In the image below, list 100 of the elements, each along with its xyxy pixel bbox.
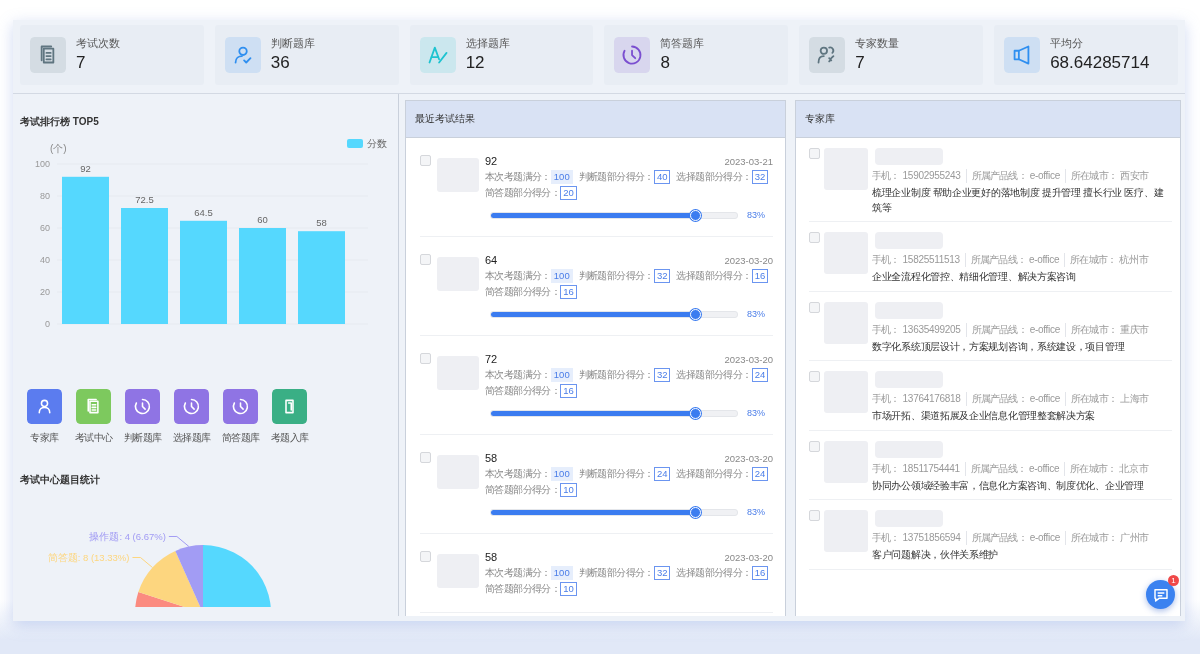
expert-description: 数字化系统顶层设计，方案规划咨询，系统建设，项目管理	[872, 339, 1126, 354]
info-label: 手机：	[872, 531, 900, 545]
info-value: e-office	[1029, 322, 1060, 337]
expert-description: 企业全流程化管控、精细化管理、解决方案咨询	[872, 270, 1077, 284]
stat-value: 8	[660, 53, 671, 73]
score-value: 100	[550, 467, 573, 481]
legend-label: 分数	[367, 138, 387, 149]
stat-value: 12	[465, 53, 486, 73]
shortcut-button[interactable]: 简答题库	[218, 389, 263, 445]
score-value: 16	[560, 384, 577, 398]
score-label: 选择题部分得分：	[676, 170, 752, 184]
exam-score: 58	[485, 452, 498, 464]
info-label: 所在城市：	[1070, 461, 1117, 476]
percent-label: 83%	[747, 408, 765, 418]
stat-value: 7	[76, 53, 87, 73]
score-label: 选择题部分得分：	[676, 368, 752, 382]
info-value: 15902955243	[902, 169, 961, 183]
info-value: e-office	[1028, 253, 1060, 267]
chat-icon	[1152, 586, 1169, 603]
info-value: e-office	[1029, 169, 1060, 183]
info-label: 所在城市：	[1070, 531, 1117, 545]
percent-label: 83%	[747, 507, 765, 517]
person-check-icon	[224, 37, 261, 73]
info-value: 13635499205	[902, 322, 961, 337]
leader-line	[131, 557, 153, 568]
score-value: 24	[751, 467, 769, 481]
bar-value-label: 58	[316, 217, 327, 229]
leader-line	[168, 536, 190, 547]
score-label: 判断题部分得分：	[578, 467, 654, 481]
slider-thumb[interactable]	[690, 407, 702, 419]
bar-value-label: 60	[257, 214, 268, 225]
info-label: 所属产品线：	[970, 461, 1026, 476]
stat-label: 考试次数	[76, 37, 120, 51]
score-value: 16	[751, 269, 769, 283]
score-label: 简答题部分得分：	[485, 582, 561, 596]
percent-label: 83%	[747, 210, 765, 220]
stat-label: 专家数量	[855, 37, 900, 51]
slice-label: 操作题: 4 (6.67%)	[89, 531, 166, 542]
exam-date: 2023-03-20	[724, 354, 773, 365]
info-label: 所属产品线：	[971, 531, 1027, 545]
checkbox[interactable]	[809, 301, 820, 313]
shortcut-button[interactable]: 考试中心	[71, 389, 116, 445]
checkbox[interactable]	[420, 254, 431, 265]
info-label: 手机：	[872, 461, 900, 476]
info-value: 13751856594	[902, 531, 961, 545]
bar-value-label: 64.5	[194, 206, 213, 218]
expert-description: 客户问题解决，伙伴关系维护	[872, 548, 1000, 562]
axis-tick-label: 0	[45, 319, 50, 329]
slider-thumb[interactable]	[690, 308, 702, 320]
checkbox[interactable]	[809, 371, 820, 382]
checkbox[interactable]	[809, 232, 820, 243]
checkbox[interactable]	[420, 452, 431, 463]
bar-value-label: 92	[80, 162, 91, 174]
panel-title: 最近考试结果	[415, 112, 475, 126]
people-icon	[809, 37, 846, 73]
notification-badge: 1	[1168, 575, 1179, 586]
stat-label: 平均分	[1050, 37, 1085, 51]
checkbox[interactable]	[809, 510, 820, 521]
info-value: e-office	[1028, 461, 1060, 476]
stat-value: 36	[270, 53, 291, 73]
info-value: 18511754441	[902, 461, 960, 476]
score-value: 32	[653, 269, 671, 283]
chart-title: 考试中心题目统计	[20, 473, 101, 487]
axis-tick-label: 20	[40, 287, 50, 297]
shortcut-button[interactable]: 选择题库	[169, 389, 214, 445]
info-label: 所属产品线：	[971, 392, 1027, 406]
score-label: 判断题部分得分：	[578, 170, 654, 184]
score-value: 24	[751, 368, 769, 382]
info-value: 15825511513	[902, 253, 960, 267]
slider-thumb[interactable]	[690, 506, 702, 518]
checkbox[interactable]	[809, 148, 820, 159]
score-value: 10	[560, 483, 577, 497]
checkbox[interactable]	[420, 551, 431, 562]
stat-label: 判断题库	[270, 37, 315, 51]
checkbox[interactable]	[420, 353, 431, 364]
expert-description: 梳理企业制度 帮助企业更好的落地制度 提升管理 擅长行业 医疗、建筑等	[872, 186, 1165, 215]
exam-score: 72	[485, 353, 498, 365]
expert-description: 市场开拓、渠道拓展及企业信息化管理整套解决方案	[872, 409, 1097, 423]
axis-tick-label: 80	[40, 191, 50, 201]
shortcut-button[interactable]: 判断题库	[120, 389, 165, 445]
slider-thumb[interactable]	[690, 209, 702, 221]
info-label: 所在城市：	[1070, 392, 1117, 406]
stat-value: 7	[855, 53, 866, 73]
score-label: 简答题部分得分：	[485, 186, 561, 200]
info-value: 广州市	[1119, 531, 1150, 545]
score-label: 判断题部分得分：	[578, 269, 654, 283]
score-value: 20	[560, 186, 577, 200]
checkbox[interactable]	[420, 155, 431, 166]
axis-tick-label: 60	[40, 223, 50, 233]
axis-tick-label: 100	[34, 159, 50, 169]
score-value: 40	[653, 170, 671, 184]
shortcut-button[interactable]: 专家库	[22, 389, 67, 445]
score-label: 选择题部分得分：	[676, 269, 752, 283]
shortcut-button[interactable]: 考题入库	[267, 389, 312, 445]
info-value: 上海市	[1119, 392, 1150, 406]
score-label: 判断题部分得分：	[578, 566, 654, 580]
info-label: 手机：	[872, 322, 900, 337]
score-label: 本次考题满分：	[485, 368, 551, 382]
score-label: 简答题部分得分：	[485, 285, 561, 299]
checkbox[interactable]	[809, 440, 820, 452]
